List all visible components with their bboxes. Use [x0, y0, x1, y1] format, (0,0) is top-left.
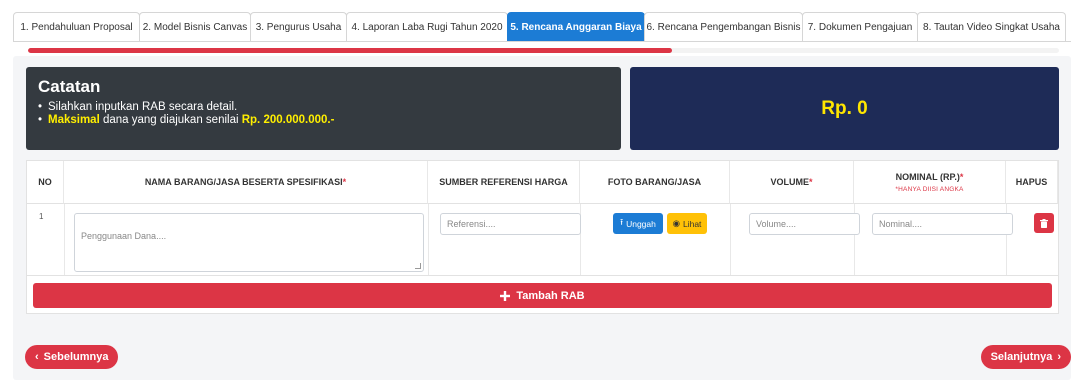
tab-rencana-pengembangan-bisnis[interactable]: 6. Rencana Pengembangan Bisnis	[644, 12, 803, 42]
resize-handle-icon[interactable]	[415, 263, 421, 269]
required-mark: *	[959, 171, 964, 182]
header-delete-label: HAPUS	[1015, 177, 1048, 187]
eye-icon: ◉	[672, 218, 680, 228]
header-name-text: NAMA BARANG/JASA BESERTA SPESIFIKASI	[144, 177, 343, 187]
required-mark: *	[342, 177, 347, 187]
tab-pengurus-usaha[interactable]: 3. Pengurus Usaha	[250, 12, 347, 42]
tab-tautan-video[interactable]: 8. Tautan Video Singkat Usaha	[917, 12, 1066, 42]
nominal-hint: *HANYA DIISI ANGKA	[895, 185, 964, 193]
nominal-input[interactable]: Nominal....	[872, 213, 1013, 235]
notes-line-1: Silahkan inputkan RAB secara detail.	[48, 101, 238, 113]
rab-card: Catatan Silahkan inputkan RAB secara det…	[13, 56, 1071, 380]
view-label: Lihat	[682, 218, 702, 229]
chevron-left-icon: ‹	[35, 351, 39, 363]
tab-rencana-anggaran-biaya[interactable]: 5. Rencana Anggaran Biaya	[507, 12, 645, 42]
row-divider	[27, 275, 1058, 276]
add-rab-button[interactable]: Tambah RAB	[33, 283, 1052, 308]
item-name-placeholder: Penggunaan Dana....	[81, 231, 167, 241]
nominal-placeholder: Nominal....	[879, 219, 923, 229]
header-volume-text: VOLUME	[770, 177, 809, 187]
tab-model-bisnis-canvas[interactable]: 2. Model Bisnis Canvas	[139, 12, 251, 42]
upload-icon: ⭱	[620, 216, 624, 227]
row-number: 1	[39, 212, 44, 221]
upload-button[interactable]: ⭱ Unggah	[613, 213, 663, 234]
chevron-right-icon: ›	[1057, 351, 1061, 363]
notes-highlight: Maksimal	[48, 114, 100, 126]
tab-bar: 1. Pendahuluan Proposal 2. Model Bisnis …	[13, 12, 1066, 42]
header-name-label: NAMA BARANG/JASA BESERTA SPESIFIKASI*	[145, 177, 346, 187]
column-divider	[64, 204, 65, 275]
column-divider	[730, 204, 731, 275]
previous-button[interactable]: ‹ Sebelumnya	[25, 345, 119, 369]
reference-placeholder: Referensi....	[447, 219, 496, 229]
reference-input[interactable]: Referensi....	[440, 213, 581, 235]
progress-bar	[28, 48, 1059, 53]
tab-laporan-laba-rugi[interactable]: 4. Laporan Laba Rugi Tahun 2020	[346, 12, 508, 42]
header-delete: HAPUS	[1006, 161, 1058, 204]
volume-placeholder: Volume....	[756, 219, 797, 229]
upload-label: Unggah	[626, 218, 656, 229]
notes-item: Silahkan inputkan RAB secara detail.	[38, 101, 609, 114]
progress-fill	[28, 48, 673, 53]
volume-input[interactable]: Volume....	[749, 213, 860, 235]
required-mark: *	[809, 177, 813, 187]
previous-label: Sebelumnya	[43, 351, 109, 363]
total-panel: Rp. 0	[630, 67, 1059, 150]
notes-panel: Catatan Silahkan inputkan RAB secara det…	[26, 67, 621, 150]
total-amount: Rp. 0	[821, 97, 868, 119]
header-photo-label: FOTO BARANG/JASA	[607, 177, 702, 187]
header-no: NO	[27, 161, 64, 204]
notes-title: Catatan	[38, 77, 101, 96]
header-name: NAMA BARANG/JASA BESERTA SPESIFIKASI*	[64, 161, 428, 204]
header-nominal-label: NOMINAL (RP.)*	[896, 172, 964, 182]
notes-line-2: dana yang diajukan senilai	[99, 114, 242, 126]
next-button[interactable]: Selanjutnya ›	[980, 345, 1071, 369]
plus-icon	[500, 290, 511, 301]
header-volume-label: VOLUME*	[770, 177, 812, 187]
trash-icon	[1040, 218, 1048, 228]
notes-list: Silahkan inputkan RAB secara detail. Mak…	[38, 101, 609, 127]
header-volume: VOLUME*	[730, 161, 854, 204]
header-source-label: SUMBER REFERENSI HARGA	[439, 177, 568, 187]
notes-max-amount: Rp. 200.000.000.-	[241, 114, 335, 126]
delete-row-button[interactable]	[1034, 213, 1054, 233]
header-nominal-text: NOMINAL (RP.)	[895, 171, 960, 182]
header-nominal: NOMINAL (RP.)* *HANYA DIISI ANGKA	[854, 161, 1006, 204]
item-name-textarea[interactable]: Penggunaan Dana....	[74, 213, 424, 272]
view-button[interactable]: ◉ Lihat	[667, 213, 707, 234]
column-divider	[428, 204, 429, 275]
tab-pendahuluan-proposal[interactable]: 1. Pendahuluan Proposal	[13, 12, 140, 42]
header-source: SUMBER REFERENSI HARGA	[428, 161, 580, 204]
add-rab-label: Tambah RAB	[516, 289, 585, 302]
tab-dokumen-pengajuan[interactable]: 7. Dokumen Pengajuan	[802, 12, 918, 42]
header-photo: FOTO BARANG/JASA	[580, 161, 730, 204]
header-no-label: NO	[38, 177, 52, 187]
notes-item: Maksimal dana yang diajukan senilai Rp. …	[38, 114, 609, 127]
next-label: Selanjutnya	[990, 351, 1053, 363]
tab-divider	[13, 41, 1071, 42]
